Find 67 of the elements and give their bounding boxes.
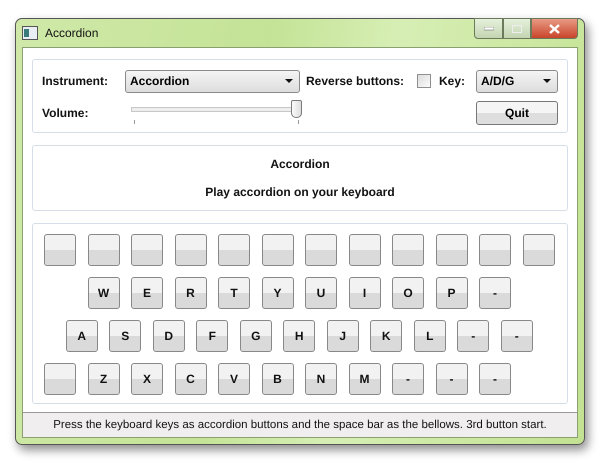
minimize-button[interactable] (474, 18, 503, 39)
blank-key[interactable] (522, 234, 554, 266)
blank-key[interactable] (44, 234, 76, 266)
keyboard-key[interactable]: T (218, 277, 250, 309)
quit-button[interactable]: Quit (476, 101, 558, 125)
keyboard-key[interactable]: D (152, 320, 185, 352)
volume-slider[interactable] (131, 100, 302, 126)
keyboard-key[interactable]: - (479, 277, 511, 309)
blank-key[interactable] (44, 363, 76, 395)
keyboard-key[interactable]: G (240, 320, 272, 352)
maximize-button[interactable] (503, 18, 531, 39)
keyboard-key[interactable]: W (88, 277, 120, 309)
slider-thumb[interactable] (291, 100, 302, 118)
message-title: Accordion (270, 157, 330, 171)
keyboard-key[interactable]: J (326, 320, 359, 352)
keyboard-key[interactable]: F (196, 320, 228, 352)
blank-key[interactable] (131, 234, 163, 266)
keyboard-key[interactable]: O (392, 277, 424, 309)
blank-key[interactable] (262, 234, 294, 266)
keyboard-key[interactable]: Z (88, 363, 120, 395)
keyboard-key[interactable]: L (414, 320, 446, 352)
blank-key[interactable] (436, 234, 468, 266)
keyboard-key[interactable]: - (457, 320, 490, 352)
instrument-label: Instrument: (42, 74, 109, 88)
keyboard-key[interactable]: C (174, 363, 206, 395)
message-text: Play accordion on your keyboard (205, 185, 395, 199)
close-button[interactable] (531, 18, 578, 39)
caret-icon (543, 79, 551, 83)
blank-key[interactable] (392, 234, 424, 266)
volume-label: Volume: (42, 106, 90, 120)
keyboard-key[interactable]: - (392, 363, 424, 395)
reverse-checkbox[interactable] (417, 74, 431, 88)
blank-key[interactable] (348, 234, 380, 266)
keyboard-key[interactable]: - (500, 320, 533, 352)
keyboard-key[interactable]: A (66, 320, 98, 352)
keyboard-key[interactable]: M (348, 363, 380, 395)
keyboard-key[interactable]: H (283, 320, 316, 352)
maximize-icon (512, 24, 522, 32)
keyboard-key[interactable]: V (218, 363, 250, 395)
blank-key[interactable] (305, 234, 337, 266)
app-icon (22, 26, 38, 40)
blank-key[interactable] (218, 234, 250, 266)
minimize-icon (484, 26, 494, 30)
keyboard-key[interactable]: B (262, 363, 294, 395)
keyboard-key[interactable]: S (109, 320, 142, 352)
keyboard-key[interactable]: X (131, 363, 163, 395)
key-label: Key: (439, 74, 466, 88)
keyboard-key[interactable]: E (131, 277, 163, 309)
keyboard-key[interactable]: U (305, 277, 337, 309)
blank-key[interactable] (479, 234, 511, 266)
keyboard-key[interactable]: K (370, 320, 402, 352)
keyboard-key[interactable]: N (305, 363, 337, 395)
caret-icon (285, 79, 293, 83)
keyboard-key[interactable]: - (479, 363, 511, 395)
key-dropdown[interactable]: A/D/G (476, 70, 558, 92)
keyboard-key[interactable]: P (436, 277, 468, 309)
keyboard-key[interactable]: - (436, 363, 468, 395)
close-icon (549, 24, 560, 34)
blank-key[interactable] (174, 234, 206, 266)
blank-key[interactable] (88, 234, 120, 266)
status-bar: Press the keyboard keys as accordion buttons and the space bar as the bellows. 3rd button start. (23, 412, 577, 437)
instrument-dropdown[interactable]: Accordion (125, 70, 300, 92)
keyboard-key[interactable]: Y (262, 277, 294, 309)
keyboard-key[interactable]: I (348, 277, 380, 309)
reverse-buttons-label: Reverse buttons: (305, 74, 406, 88)
keyboard-key[interactable]: R (174, 277, 206, 309)
window-title: Accordion (45, 26, 100, 40)
